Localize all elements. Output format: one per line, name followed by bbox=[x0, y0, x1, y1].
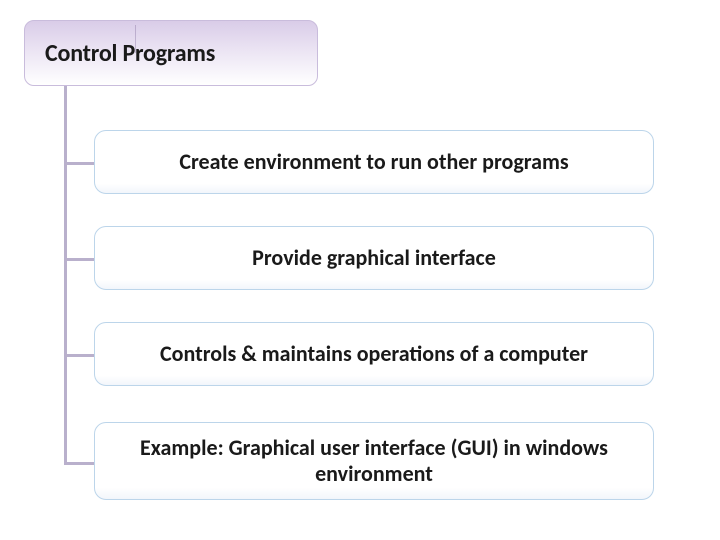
child-node-4: Example: Graphical user interface (GUI) … bbox=[94, 422, 654, 500]
parent-title: Control Programs bbox=[45, 39, 215, 68]
child-label-3: Controls & maintains operations of a com… bbox=[160, 341, 588, 367]
child-label-4: Example: Graphical user interface (GUI) … bbox=[113, 435, 635, 487]
child-label-1: Create environment to run other programs bbox=[179, 149, 568, 175]
parent-node: Control Programs bbox=[24, 20, 318, 86]
connector-h-2 bbox=[64, 258, 94, 261]
child-node-1: Create environment to run other programs bbox=[94, 130, 654, 194]
connector-h-3 bbox=[64, 354, 94, 357]
connector-vertical bbox=[64, 86, 67, 464]
connector-h-1 bbox=[64, 162, 94, 165]
connector-h-4 bbox=[64, 462, 94, 465]
child-node-3: Controls & maintains operations of a com… bbox=[94, 322, 654, 386]
child-label-2: Provide graphical interface bbox=[252, 245, 496, 271]
header-divider bbox=[135, 25, 136, 53]
child-node-2: Provide graphical interface bbox=[94, 226, 654, 290]
